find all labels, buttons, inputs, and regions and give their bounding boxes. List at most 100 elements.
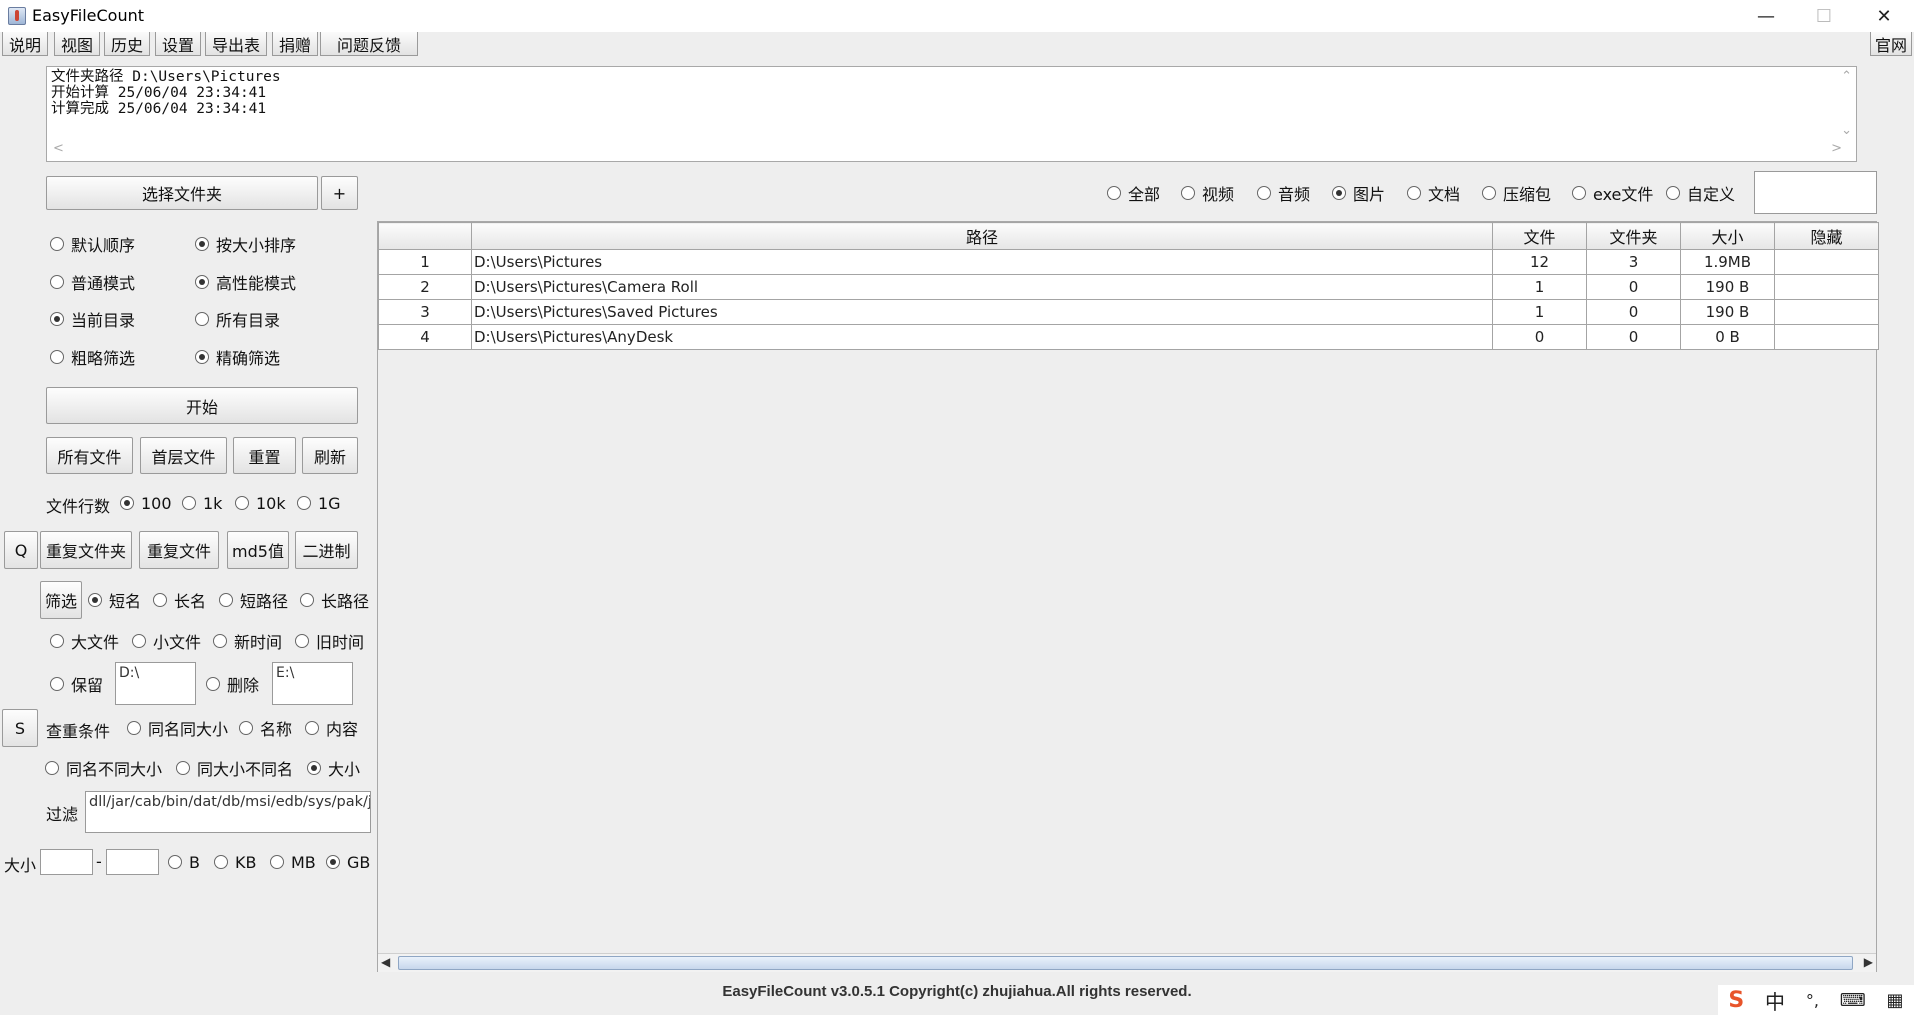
sogou-logo-icon[interactable]: S	[1728, 988, 1744, 1013]
grid-menu-icon[interactable]: ▦	[1887, 990, 1904, 1011]
radio-type-video[interactable]: 视频	[1181, 182, 1234, 204]
radio-unit-kb[interactable]: KB	[214, 851, 256, 873]
menu-donate[interactable]: 捐赠	[272, 32, 318, 56]
menu-help[interactable]: 说明	[2, 32, 48, 56]
binary-button[interactable]: 二进制	[295, 531, 358, 569]
radio-unit-gb[interactable]: GB	[326, 851, 370, 873]
radio-unit-b[interactable]: B	[168, 851, 200, 873]
top-level-files-button[interactable]: 首层文件	[140, 437, 227, 474]
radio-long-path[interactable]: 长路径	[300, 589, 369, 611]
log-area[interactable]: 文件夹路径 D:\Users\Pictures 开始计算 25/06/04 23:…	[46, 66, 1857, 162]
close-icon[interactable]: ✕	[1856, 0, 1912, 32]
start-button[interactable]: 开始	[46, 387, 358, 424]
keyboard-icon[interactable]: ⌨	[1840, 990, 1866, 1011]
menu-website[interactable]: 官网	[1870, 32, 1912, 56]
scroll-left-icon[interactable]: <	[53, 141, 64, 156]
ime-punctuation[interactable]: °,	[1806, 991, 1819, 1010]
menu-export[interactable]: 导出表	[205, 32, 267, 56]
radio-label: 同大小不同名	[197, 760, 294, 779]
col-header-path[interactable]: 路径	[471, 222, 1493, 250]
radio-mode-normal[interactable]: 普通模式	[50, 271, 135, 293]
radio-dup-name[interactable]: 名称	[239, 717, 292, 739]
horizontal-scrollbar[interactable]: ◀ ▶	[378, 953, 1876, 972]
filter-extensions-input[interactable]: dll/jar/cab/bin/dat/db/msi/edb/sys/pak/j…	[85, 791, 371, 833]
col-header-size[interactable]: 大小	[1680, 222, 1775, 250]
col-header-files[interactable]: 文件	[1492, 222, 1587, 250]
radio-type-document[interactable]: 文档	[1407, 182, 1460, 204]
radio-same-name-size[interactable]: 同名同大小	[127, 717, 228, 739]
radio-mode-performance[interactable]: 高性能模式	[195, 271, 296, 293]
radio-long-name[interactable]: 长名	[153, 589, 206, 611]
scroll-up-icon[interactable]: ⌃	[1841, 69, 1852, 84]
radio-dup-size[interactable]: 大小	[307, 757, 360, 779]
radio-filter-exact[interactable]: 精确筛选	[195, 346, 280, 368]
reset-button[interactable]: 重置	[233, 437, 296, 474]
table-row[interactable]: 2 D:\Users\Pictures\Camera Roll 1 0 190 …	[378, 274, 1879, 300]
radio-unit-mb[interactable]: MB	[270, 851, 316, 873]
radio-type-archive[interactable]: 压缩包	[1482, 182, 1551, 204]
radio-filter-rough[interactable]: 粗略筛选	[50, 346, 135, 368]
filter-button[interactable]: 筛选	[40, 581, 82, 619]
all-files-button[interactable]: 所有文件	[46, 437, 133, 474]
radio-rows-100[interactable]: 100	[120, 492, 172, 514]
radio-same-name-diff-size[interactable]: 同名不同大小	[45, 757, 162, 779]
radio-type-exe[interactable]: exe文件	[1572, 182, 1653, 204]
table-row[interactable]: 1 D:\Users\Pictures 12 3 1.9MB	[378, 249, 1879, 275]
radio-rows-1g[interactable]: 1G	[297, 492, 341, 514]
radio-delete[interactable]: 删除	[206, 673, 259, 695]
select-folder-button[interactable]: 选择文件夹	[46, 176, 318, 210]
menu-view[interactable]: 视图	[54, 32, 100, 56]
scrollbar-thumb[interactable]	[398, 956, 1853, 970]
table-row[interactable]: 4 D:\Users\Pictures\AnyDesk 0 0 0 B	[378, 324, 1879, 350]
radio-sort-default[interactable]: 默认顺序	[50, 233, 135, 255]
radio-type-custom[interactable]: 自定义	[1666, 182, 1735, 204]
scroll-right-arrow-icon[interactable]: ▶	[1864, 955, 1873, 969]
duplicate-folders-button[interactable]: 重复文件夹	[40, 531, 132, 569]
radio-dir-all[interactable]: 所有目录	[195, 308, 280, 330]
radio-old-time[interactable]: 旧时间	[295, 630, 364, 652]
minimize-icon[interactable]: —	[1738, 0, 1794, 32]
md5-button[interactable]: md5值	[227, 531, 289, 569]
duplicate-files-button[interactable]: 重复文件	[139, 531, 219, 569]
keep-path-input[interactable]: D:\	[115, 662, 196, 705]
cell-path: D:\Users\Pictures	[471, 249, 1493, 275]
custom-extension-input[interactable]	[1754, 171, 1877, 214]
col-header-folders[interactable]: 文件夹	[1586, 222, 1681, 250]
size-min-input[interactable]	[40, 849, 93, 875]
col-header-index[interactable]	[378, 222, 472, 250]
s-button[interactable]: S	[2, 709, 38, 747]
radio-new-time[interactable]: 新时间	[213, 630, 282, 652]
menu-feedback[interactable]: 问题反馈	[320, 32, 418, 56]
results-table[interactable]: 路径 文件 文件夹 大小 隐藏 1 D:\Users\Pictures 12 3…	[377, 221, 1879, 972]
radio-big-file[interactable]: 大文件	[50, 630, 119, 652]
ime-chinese-mode[interactable]: 中	[1765, 986, 1785, 1015]
delete-path-input[interactable]: E:\	[272, 662, 353, 705]
radio-circle	[195, 312, 209, 326]
radio-same-size-diff-name[interactable]: 同大小不同名	[176, 757, 293, 779]
radio-type-all[interactable]: 全部	[1107, 182, 1160, 204]
ime-toolbar[interactable]: S 中 °, ⌨ ▦	[1718, 985, 1914, 1015]
table-row[interactable]: 3 D:\Users\Pictures\Saved Pictures 1 0 1…	[378, 299, 1879, 325]
scroll-down-icon[interactable]: ⌄	[1841, 123, 1852, 138]
maximize-icon[interactable]: ☐	[1796, 0, 1852, 32]
q-button[interactable]: Q	[4, 531, 38, 569]
scroll-left-arrow-icon[interactable]: ◀	[381, 955, 390, 969]
radio-type-audio[interactable]: 音频	[1257, 182, 1310, 204]
menu-history[interactable]: 历史	[104, 32, 150, 56]
radio-dir-current[interactable]: 当前目录	[50, 308, 135, 330]
col-header-hidden[interactable]: 隐藏	[1774, 222, 1879, 250]
add-folder-button[interactable]: +	[321, 176, 358, 210]
size-max-input[interactable]	[106, 849, 159, 875]
radio-dup-content[interactable]: 内容	[305, 717, 358, 739]
radio-short-name[interactable]: 短名	[88, 589, 141, 611]
radio-rows-10k[interactable]: 10k	[235, 492, 286, 514]
scroll-right-icon[interactable]: >	[1831, 141, 1842, 156]
radio-sort-size[interactable]: 按大小排序	[195, 233, 296, 255]
radio-small-file[interactable]: 小文件	[132, 630, 201, 652]
radio-keep[interactable]: 保留	[50, 673, 103, 695]
radio-short-path[interactable]: 短路径	[219, 589, 288, 611]
refresh-button[interactable]: 刷新	[302, 437, 358, 474]
radio-rows-1k[interactable]: 1k	[182, 492, 222, 514]
radio-type-image[interactable]: 图片	[1332, 182, 1385, 204]
menu-settings[interactable]: 设置	[155, 32, 201, 56]
